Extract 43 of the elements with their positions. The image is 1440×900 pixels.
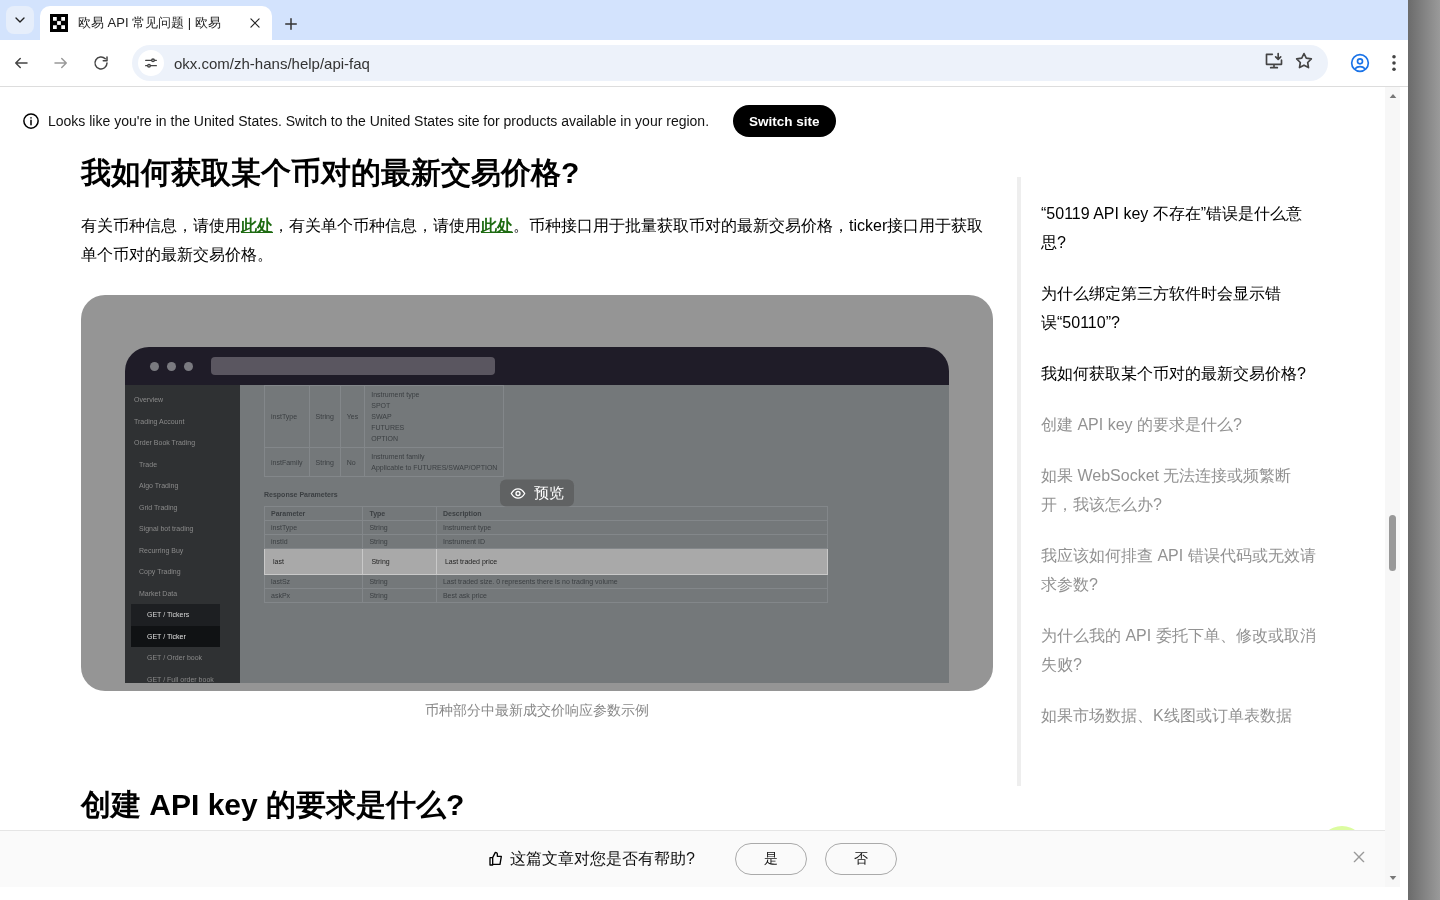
figure-caption: 币种部分中最新成交价响应参数示例: [424, 701, 650, 719]
toc-link[interactable]: 我应该如何排查 API 错误代码或无效请求参数?: [1041, 541, 1321, 599]
toc-link[interactable]: 如果 WebSocket 无法连接或频繁断开，我该怎么办?: [1041, 461, 1321, 519]
toc-link[interactable]: “50119 API key 不存在”错误是什么意思?: [1041, 199, 1321, 257]
toc-link[interactable]: 为什么绑定第三方软件时会显示错误“50110”?: [1041, 279, 1321, 337]
tab-list-button[interactable]: [6, 6, 34, 34]
preview-overlay[interactable]: 预览: [500, 479, 574, 507]
link[interactable]: 此处: [241, 217, 273, 234]
eye-icon: [510, 485, 526, 501]
close-button[interactable]: [1351, 849, 1367, 865]
close-icon: [1351, 849, 1367, 865]
scrollbar-thumb[interactable]: [1389, 515, 1396, 571]
thumbs-up-icon: [488, 851, 505, 867]
info-icon: [22, 112, 40, 130]
toc-link[interactable]: 如果市场数据、K线图或订单表数据: [1041, 701, 1321, 730]
window-dot: [150, 361, 159, 371]
browser-tab[interactable]: 欧易 API 常见问题 | 欧易: [40, 6, 272, 40]
banner-message: Looks like you're in the United States. Switch to the United States site for products available in your region.: [48, 113, 710, 129]
plus-icon: [282, 15, 300, 33]
site-settings-icon[interactable]: [138, 50, 164, 76]
bookmark-star-icon[interactable]: [1294, 51, 1314, 71]
switch-site-button[interactable]: Switch site: [733, 105, 836, 137]
install-app-icon[interactable]: [1264, 51, 1284, 71]
address-bar[interactable]: okx.com/zh-hans/help/api-faq: [132, 45, 1328, 81]
close-icon[interactable]: [248, 16, 262, 30]
scrollbar[interactable]: [1385, 87, 1400, 887]
account-icon: [1350, 53, 1370, 73]
link[interactable]: 此处: [481, 217, 513, 234]
new-tab-button[interactable]: [282, 15, 300, 33]
reload-icon: [92, 54, 110, 72]
section-heading: 创建 API key 的要求是什么?: [81, 787, 466, 823]
toc-link[interactable]: 为什么我的 API 委托下单、修改或取消失败?: [1041, 621, 1321, 679]
toc-link[interactable]: 创建 API key 的要求是什么?: [1041, 410, 1321, 439]
feedback-question: 这篇文章对您是否有帮助?: [510, 848, 695, 869]
screenshot-figure[interactable]: [81, 295, 993, 691]
window-dot: [167, 361, 176, 371]
section-heading: 我如何获取某个币对的最新交易价格?: [81, 155, 581, 191]
more-vertical-icon: [1392, 55, 1396, 71]
toc-link[interactable]: 我如何获取某个币对的最新交易价格?: [1041, 359, 1321, 388]
window-dot: [184, 361, 193, 371]
url-text: okx.com/zh-hans/help/api-faq: [174, 54, 371, 72]
article-paragraph: 有关币种信息，请使用此处，有关单个币种信息，请使用此处。币种接口用于批量获取币对的最新交易价格，ticker接口用于获取单个币对的最新交易价格。: [81, 216, 985, 265]
checker-logo-icon: [50, 14, 68, 32]
